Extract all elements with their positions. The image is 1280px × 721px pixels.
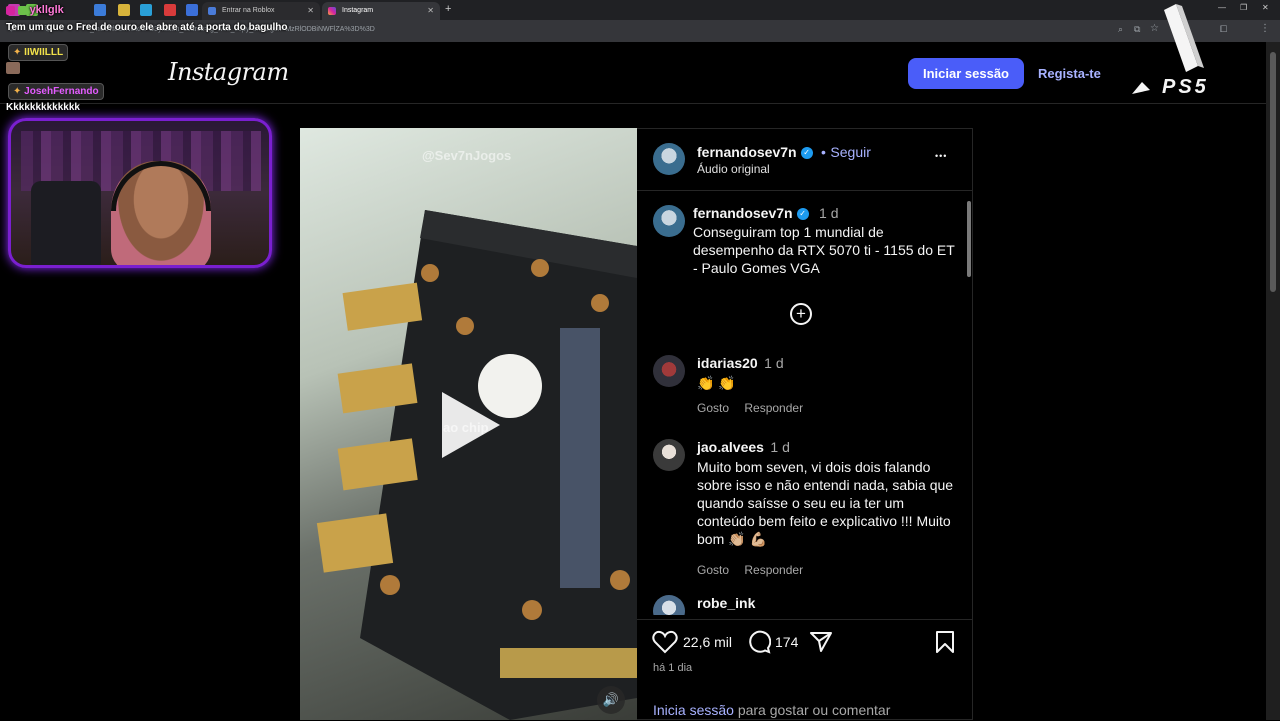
- chat-user-1: ykllglk: [6, 4, 64, 16]
- tab-roblox-label: Entrar na Roblox: [222, 7, 275, 14]
- commenter-username[interactable]: robe_ink: [697, 595, 755, 611]
- chat-badge-icon: ✦: [13, 47, 22, 58]
- speaker-icon: 🔊: [602, 692, 620, 707]
- close-window-icon[interactable]: ✕: [1262, 3, 1269, 12]
- load-more-comments-icon[interactable]: +: [790, 303, 812, 325]
- chat-badge-icon: [6, 5, 15, 15]
- comment-text: Muito bom seven, vi dois dois falando so…: [697, 459, 954, 547]
- verified-icon: ✓: [800, 146, 813, 159]
- ps5-logo-text: PS5: [1162, 76, 1209, 98]
- chat-badge-icon: [17, 5, 27, 15]
- tab-instagram[interactable]: Instagram ✕: [322, 2, 440, 20]
- commenter-avatar[interactable]: [653, 355, 685, 387]
- restore-icon[interactable]: ❐: [1240, 3, 1247, 12]
- chat-emote-icon: [6, 62, 20, 74]
- chat-badge-icon: ✦: [13, 86, 22, 97]
- instagram-favicon-icon: [328, 7, 336, 15]
- mute-button[interactable]: 🔊: [597, 686, 625, 714]
- video-watermark: @Sev7nJogos: [422, 148, 512, 163]
- close-tab-icon[interactable]: ✕: [307, 6, 314, 15]
- share-icon[interactable]: [809, 630, 833, 654]
- commenter-username[interactable]: jao.alvees: [697, 439, 764, 455]
- instagram-logo[interactable]: Instagram: [168, 58, 289, 86]
- commenter-avatar[interactable]: [653, 439, 685, 471]
- caption-username[interactable]: fernandosev7n: [693, 205, 793, 221]
- page-scrollbar[interactable]: [1266, 42, 1280, 720]
- new-tab-button[interactable]: +: [445, 3, 451, 15]
- likes-count[interactable]: 22,6 mil: [683, 634, 732, 650]
- comment-text: 👏 👏: [697, 375, 736, 391]
- comment-time: 1 d: [770, 439, 790, 455]
- comments-scrollbar[interactable]: [966, 193, 972, 613]
- pinned-tab-3[interactable]: [94, 4, 106, 16]
- comment-item: idarias20 1 d 👏 👏 Gosto Responder: [637, 351, 957, 421]
- ps5-logo: PS5: [1128, 4, 1238, 100]
- pinned-tab-5[interactable]: [140, 4, 152, 16]
- comments-count[interactable]: 174: [775, 634, 798, 650]
- browser-tab-bar: Entrar na Roblox ✕ Instagram ✕ + — ❐ ✕: [0, 0, 1280, 20]
- verified-icon: ✓: [796, 207, 809, 220]
- scrollbar-thumb[interactable]: [1270, 52, 1276, 292]
- roblox-favicon-icon: [208, 7, 216, 15]
- comment-item: robe_ink: [637, 591, 957, 615]
- post-actions: 22,6 mil 174 há 1 dia Inicia sessão para…: [637, 619, 973, 721]
- caption-avatar[interactable]: [653, 205, 685, 237]
- comment-like-button[interactable]: Gosto: [697, 563, 729, 577]
- video-caption-overlay: ao chip: [443, 420, 489, 435]
- save-bookmark-icon[interactable]: [935, 630, 955, 654]
- pinned-tab-7[interactable]: [186, 4, 198, 16]
- comment-reply-button[interactable]: Responder: [744, 563, 803, 577]
- caption-text: Conseguiram top 1 mundial de desempenho …: [693, 224, 955, 276]
- audio-label[interactable]: Áudio original: [697, 162, 770, 176]
- commenter-username[interactable]: idarias20: [697, 355, 758, 371]
- commenter-avatar[interactable]: [653, 595, 685, 615]
- chat-message-1: Tem um que o Fred de ouro ele abre até a…: [6, 22, 288, 33]
- comment-reply-button[interactable]: Responder: [744, 401, 803, 415]
- chat-user-2: ✦ IIWIILLL: [8, 44, 69, 61]
- follow-separator: •: [821, 144, 826, 160]
- webcam-chair: [31, 181, 101, 265]
- tab-instagram-label: Instagram: [342, 7, 374, 14]
- signup-link[interactable]: Regista-te: [1038, 66, 1101, 81]
- post-video[interactable]: @Sev7nJogos ao chip 🔊: [300, 128, 637, 720]
- comment-bubble-icon[interactable]: [747, 630, 771, 654]
- comment-like-button[interactable]: Gosto: [697, 401, 729, 415]
- more-options-icon[interactable]: •••: [935, 151, 947, 161]
- comment-item: jao.alvees 1 d Muito bom seven, vi dois …: [637, 435, 957, 583]
- like-heart-icon[interactable]: [652, 630, 678, 654]
- chat-user-3: ✦ JosehFernando: [8, 83, 104, 100]
- zoom-icon[interactable]: ⌕: [1118, 24, 1123, 35]
- post-side-panel: fernandosev7n ✓ • Seguir Áudio original •…: [637, 128, 973, 720]
- login-button[interactable]: Iniciar sessão: [908, 58, 1024, 89]
- chat-message-3: Kkkkkkkkkkkkk: [6, 102, 80, 113]
- author-username[interactable]: fernandosev7n: [697, 144, 797, 160]
- comment-time: 1 d: [764, 355, 784, 371]
- login-prompt-link[interactable]: Inicia sessão: [653, 702, 734, 718]
- post-caption: fernandosev7n ✓ 1 d Conseguiram top 1 mun…: [637, 191, 957, 291]
- menu-dots-icon[interactable]: ⋮: [1260, 23, 1270, 34]
- login-prompt-text: para gostar ou comentar: [733, 702, 891, 718]
- pinned-tab-4[interactable]: [118, 4, 130, 16]
- pinned-tab-6[interactable]: [164, 4, 176, 16]
- tab-roblox[interactable]: Entrar na Roblox ✕: [202, 2, 320, 20]
- comments-scrollbar-thumb[interactable]: [967, 201, 971, 277]
- caption-time: 1 d: [819, 205, 839, 221]
- post-date: há 1 dia: [653, 662, 693, 674]
- author-avatar[interactable]: [653, 143, 685, 175]
- close-tab-icon[interactable]: ✕: [427, 6, 434, 15]
- post-header: fernandosev7n ✓ • Seguir Áudio original •…: [637, 129, 973, 191]
- streamer-webcam: [8, 118, 272, 268]
- follow-button[interactable]: Seguir: [830, 144, 870, 160]
